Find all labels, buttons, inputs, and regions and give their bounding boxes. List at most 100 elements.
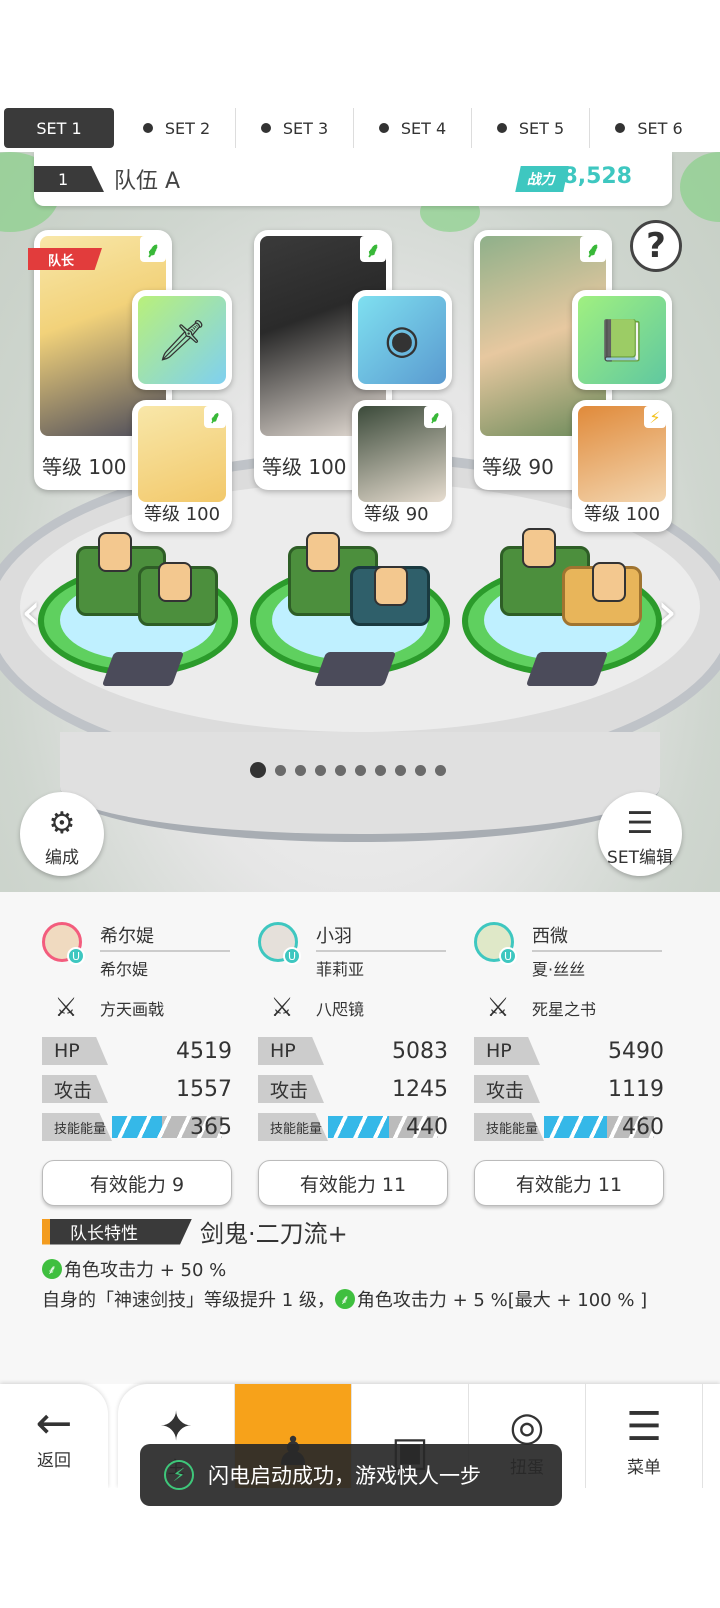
tab-set-5[interactable]: SET 5	[472, 108, 590, 148]
back-button[interactable]: ← 返回	[0, 1384, 108, 1488]
leader-badge: 队长	[28, 248, 102, 270]
effective-ability-button[interactable]: 有效能力 9	[42, 1160, 232, 1206]
dot-icon	[378, 123, 389, 133]
energy-label: 技能能量	[474, 1113, 544, 1141]
leaf-element-icon: ⸙	[140, 236, 166, 262]
toast-notification: ⚡ 闪电启动成功，游戏快人一步	[140, 1444, 562, 1506]
leaf-element-icon: ⸙	[360, 236, 386, 262]
page-dot[interactable]	[375, 764, 386, 776]
member-name: 希尔媞	[100, 922, 230, 952]
equipment-card-3[interactable]: 📗	[572, 290, 672, 390]
tab-label: SET 1	[36, 118, 82, 138]
page-dot[interactable]	[275, 764, 286, 776]
equipment-card-1[interactable]: 🗡	[132, 290, 232, 390]
attack-value: 1119	[608, 1076, 664, 1102]
energy-fill	[112, 1116, 162, 1138]
member-column-1: U 希尔媞 希尔媞 ⚔ 方天画戟 HP 4519 攻击 1557 技能能量 365 有…	[42, 922, 232, 1206]
equipment-pad	[101, 652, 185, 686]
energy-value: 440	[406, 1114, 448, 1140]
mirror-icon: ◉	[358, 296, 446, 384]
energy-fill	[544, 1116, 607, 1138]
formation-button[interactable]: ⚙ 编成	[20, 792, 104, 876]
team-scene: 1 队伍 A 战力 8,528 ? 队长 ⸙ 等级 100 🗡 ⸙ 等级 100…	[0, 152, 720, 892]
leaf-element-icon: ⸙	[334, 1289, 355, 1309]
character-sprite	[306, 532, 340, 572]
sub-character-card-1[interactable]: ⸙ 等级 100	[132, 400, 232, 532]
tab-set-6[interactable]: SET 6	[590, 108, 708, 148]
sub-character-card-2[interactable]: ⸙ 等级 90	[352, 400, 452, 532]
avatar[interactable]: U	[42, 922, 85, 965]
attack-label: 攻击	[258, 1075, 324, 1103]
tab-set-1[interactable]: SET 1	[4, 108, 114, 148]
set-edit-button[interactable]: ☰ SET编辑	[598, 792, 682, 876]
prev-arrow-icon[interactable]: ‹	[14, 582, 48, 642]
tab-set-2[interactable]: SET 2	[118, 108, 236, 148]
character-platform-1[interactable]	[38, 532, 238, 696]
character-sprite	[522, 528, 556, 568]
team-name[interactable]: 队伍 A	[114, 163, 180, 195]
character-level: 等级 100	[262, 455, 347, 479]
page-dot[interactable]	[415, 764, 426, 776]
character-platform-3[interactable]	[462, 528, 662, 696]
character-platform-2[interactable]	[250, 532, 450, 696]
page-dot[interactable]	[395, 764, 406, 776]
character-sprite	[98, 532, 132, 572]
lightning-element-icon: ⚡	[644, 406, 666, 428]
tab-set-3[interactable]: SET 3	[236, 108, 354, 148]
page-dot[interactable]	[250, 762, 266, 778]
page-dot[interactable]	[295, 764, 306, 776]
attack-label: 攻击	[42, 1075, 108, 1103]
dot-icon	[496, 123, 507, 133]
sub-character-card-3[interactable]: ⚡ 等级 100	[572, 400, 672, 532]
member-column-2: U 小羽 菲莉亚 ⚔ 八咫镜 HP 5083 攻击 1245 技能能量 440 有效能…	[258, 922, 448, 1206]
hp-value: 4519	[176, 1038, 232, 1064]
arena-base	[60, 732, 660, 842]
leader-trait-line-1: ⸙ 角色攻击力 + 50 %	[42, 1256, 226, 1282]
tab-label: SET 6	[637, 118, 683, 138]
hp-label: HP	[42, 1037, 108, 1065]
set-tabs: SET 1 SET 2 SET 3 SET 4 SET 5 SET 6	[0, 104, 720, 152]
power-label: 战力	[515, 166, 569, 192]
key-gear-icon: ⚙	[48, 806, 76, 841]
equipment-card-2[interactable]: ◉	[352, 290, 452, 390]
page-dot[interactable]	[335, 764, 346, 776]
help-button[interactable]: ?	[630, 220, 682, 272]
page-dot[interactable]	[315, 764, 326, 776]
sub-character-level: 等级 100	[144, 504, 221, 525]
effective-ability-button[interactable]: 有效能力 11	[258, 1160, 448, 1206]
back-arrow-icon: ←	[35, 1397, 73, 1449]
energy-fill	[328, 1116, 389, 1138]
tab-label: SET 3	[282, 118, 329, 138]
back-label: 返回	[37, 1450, 71, 1471]
leaf-element-icon: ⸙	[42, 1259, 62, 1279]
avatar[interactable]: U	[474, 922, 517, 965]
set-edit-label: SET编辑	[607, 848, 673, 868]
avatar[interactable]: U	[258, 922, 301, 965]
leaf-element-icon: ⸙	[580, 236, 606, 262]
energy-value: 460	[622, 1114, 664, 1140]
team-number: 1	[34, 166, 104, 192]
leaf-element-icon: ⸙	[424, 406, 446, 428]
next-arrow-icon[interactable]: ›	[650, 582, 684, 642]
tab-label: SET 2	[164, 118, 211, 138]
effective-ability-button[interactable]: 有效能力 11	[474, 1160, 664, 1206]
tab-set-4[interactable]: SET 4	[354, 108, 472, 148]
main-icon: ✦	[159, 1404, 193, 1450]
character-level: 等级 90	[482, 455, 554, 479]
page-dot[interactable]	[435, 764, 446, 776]
sub-character-level: 等级 90	[364, 504, 429, 525]
dot-icon	[142, 123, 153, 133]
formation-label: 编成	[45, 848, 79, 868]
energy-label: 技能能量	[42, 1113, 112, 1141]
team-bar: 1 队伍 A 战力 8,528	[34, 152, 672, 206]
decor-bush	[680, 152, 720, 222]
equipment-pad	[313, 652, 397, 686]
page-dot[interactable]	[355, 764, 366, 776]
toast-text: 闪电启动成功，游戏快人一步	[208, 1464, 481, 1488]
nav-item-menu[interactable]: ☰ 菜单	[586, 1384, 703, 1488]
member-name: 小羽	[316, 922, 446, 952]
attack-label: 攻击	[474, 1075, 540, 1103]
bottom-safe-area	[0, 1488, 720, 1608]
leader-trait: 队长特性 剑鬼·二刀流+	[42, 1214, 348, 1249]
book-icon: 📗	[578, 296, 666, 384]
